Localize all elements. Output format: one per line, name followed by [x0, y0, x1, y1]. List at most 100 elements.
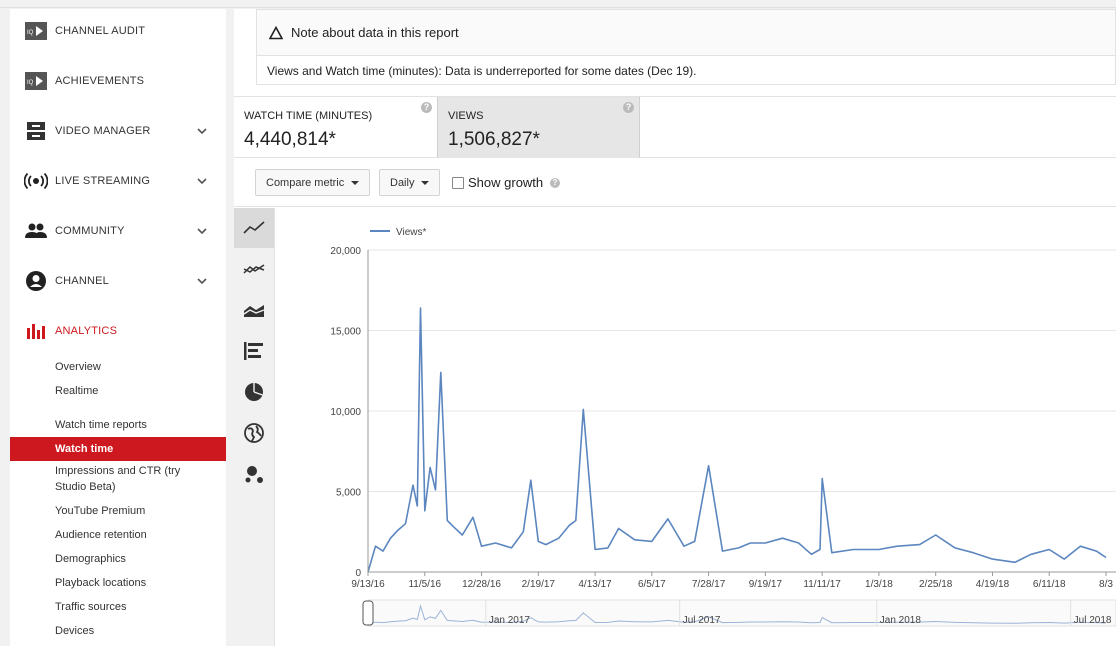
stacked-area-icon[interactable] — [234, 290, 274, 330]
y-tick-label: 10,000 — [330, 407, 361, 418]
navigator-handle[interactable] — [362, 600, 374, 626]
sidebar-item-live-streaming[interactable]: LIVE STREAMING — [10, 166, 226, 196]
compare-metric-label: Compare metric — [266, 176, 345, 189]
sidebar-item-analytics[interactable]: ANALYTICS — [10, 316, 226, 346]
x-tick-label: 8/3 — [1099, 579, 1113, 590]
views-series-line — [367, 307, 1107, 573]
sidebar-sub-watch-time-reports[interactable]: Watch time reports — [10, 417, 226, 433]
y-tick-label: 0 — [355, 568, 361, 579]
sidebar-sub-devices[interactable]: Devices — [10, 623, 226, 639]
sidebar-sub-demographics[interactable]: Demographics — [10, 551, 226, 567]
bubble-chart-icon[interactable] — [234, 454, 274, 494]
help-icon[interactable]: ? — [623, 102, 634, 113]
community-icon — [24, 219, 48, 243]
svg-text:IQ: IQ — [27, 30, 34, 36]
bar-chart-icon[interactable] — [234, 331, 274, 371]
sidebar-sub-audience-retention[interactable]: Audience retention — [10, 527, 226, 543]
sidebar-item-channel[interactable]: CHANNEL — [10, 266, 226, 296]
navigator-label: Jan 2018 — [880, 615, 922, 626]
sidebar-item-label: LIVE STREAMING — [55, 175, 151, 187]
chart-toolbar: Compare metric Daily Show growth ? — [234, 159, 1116, 207]
x-tick-label: 2/25/18 — [919, 579, 953, 590]
x-tick-label: 7/28/17 — [692, 579, 726, 590]
multi-line-chart-icon[interactable] — [234, 249, 274, 289]
channel-audit-icon: IQ — [24, 19, 48, 43]
chart-type-selector — [234, 208, 275, 646]
metric-views[interactable]: VIEWS 1,506,827* ? — [437, 97, 640, 158]
metric-label: WATCH TIME (MINUTES) — [244, 110, 373, 122]
live-streaming-icon — [24, 169, 48, 193]
data-note-body: Views and Watch time (minutes): Data is … — [267, 64, 697, 78]
navigator-label: Jul 2017 — [683, 615, 721, 626]
x-tick-label: 11/5/16 — [408, 579, 441, 590]
sidebar-item-label: ACHIEVEMENTS — [55, 75, 145, 87]
sidebar-item-label: ANALYTICS — [55, 325, 118, 337]
x-tick-label: 2/19/17 — [522, 579, 556, 590]
sidebar-sub-impressions-ctr-line2[interactable]: Studio Beta) — [10, 479, 226, 495]
sidebar-item-video-manager[interactable]: VIDEO MANAGER — [10, 116, 226, 146]
chevron-down-icon[interactable] — [196, 275, 208, 287]
x-tick-label: 6/11/18 — [1033, 579, 1066, 590]
y-tick-label: 20,000 — [330, 246, 361, 257]
help-icon[interactable]: ? — [421, 102, 432, 113]
help-icon[interactable]: ? — [550, 178, 560, 188]
sidebar-item-label: COMMUNITY — [55, 225, 125, 237]
sidebar-sub-playback-locations[interactable]: Playback locations — [10, 575, 226, 591]
x-tick-label: 12/28/16 — [462, 579, 501, 590]
chevron-down-icon[interactable] — [196, 225, 208, 237]
sidebar: IQ CHANNEL AUDIT IQ ACHIEVEMENTS VIDEO M… — [10, 9, 226, 646]
sidebar-sub-impressions-ctr[interactable]: Impressions and CTR (try — [10, 463, 226, 479]
dropdown-caret-icon — [351, 180, 360, 185]
map-globe-icon[interactable] — [234, 413, 274, 453]
metric-label: VIEWS — [448, 110, 484, 122]
compare-metric-dropdown[interactable]: Compare metric — [255, 169, 371, 196]
x-tick-label: 11/11/17 — [803, 579, 841, 590]
video-manager-icon — [24, 119, 48, 143]
legend-label: Views* — [396, 227, 426, 238]
chevron-down-icon[interactable] — [196, 175, 208, 187]
chevron-down-icon[interactable] — [196, 125, 208, 137]
dropdown-caret-icon — [421, 180, 430, 185]
interval-dropdown[interactable]: Daily — [379, 169, 441, 196]
navigator-label: Jan 2017 — [489, 615, 531, 626]
x-tick-label: 6/5/17 — [638, 579, 666, 590]
warning-triangle-icon — [269, 25, 283, 39]
show-growth-checkbox[interactable] — [452, 177, 464, 189]
x-tick-label: 4/13/17 — [578, 579, 612, 590]
data-note-header[interactable]: Note about data in this report — [257, 10, 1115, 56]
views-chart-svg: 0 5,000 10,000 15,000 20,000 9/13/16 11/5/16 12… — [330, 227, 1116, 627]
sidebar-item-label: CHANNEL AUDIT — [55, 25, 146, 37]
sidebar-item-community[interactable]: COMMUNITY — [10, 216, 226, 246]
navigator-label: Jul 2018 — [1074, 615, 1112, 626]
x-tick-label: 9/19/17 — [749, 579, 783, 590]
sidebar-sub-realtime[interactable]: Realtime — [10, 383, 226, 399]
y-tick-label: 15,000 — [330, 327, 361, 338]
achievements-icon: IQ — [24, 69, 48, 93]
metric-watch-time[interactable]: WATCH TIME (MINUTES) 4,440,814* ? — [234, 97, 437, 158]
metric-value: 4,440,814* — [244, 129, 336, 150]
x-tick-label: 4/19/18 — [976, 579, 1010, 590]
x-tick-label: 9/13/16 — [351, 579, 385, 590]
sidebar-item-label: VIDEO MANAGER — [55, 125, 151, 137]
metrics-bar: WATCH TIME (MINUTES) 4,440,814* ? VIEWS … — [234, 96, 1116, 158]
views-chart: 0 5,000 10,000 15,000 20,000 9/13/16 11/5/16 12… — [276, 208, 1116, 646]
browser-top-edge — [0, 0, 1116, 8]
sidebar-item-achievements[interactable]: IQ ACHIEVEMENTS — [10, 66, 226, 96]
y-tick-label: 5,000 — [336, 488, 361, 499]
line-chart-icon[interactable] — [234, 208, 274, 248]
sidebar-sub-traffic-sources[interactable]: Traffic sources — [10, 599, 226, 615]
pie-chart-icon[interactable] — [234, 372, 274, 412]
interval-label: Daily — [390, 176, 415, 189]
channel-icon — [24, 269, 48, 293]
data-note-title: Note about data in this report — [291, 25, 459, 40]
sidebar-sub-overview[interactable]: Overview — [10, 359, 226, 375]
sidebar-sub-watch-time[interactable]: Watch time — [10, 437, 226, 461]
show-growth-label[interactable]: Show growth — [468, 175, 543, 190]
svg-text:IQ: IQ — [27, 80, 34, 86]
main-content: Note about data in this report Views and… — [234, 9, 1116, 646]
metric-value: 1,506,827* — [448, 129, 540, 150]
sidebar-sub-youtube-premium[interactable]: YouTube Premium — [10, 503, 226, 519]
analytics-icon — [24, 319, 48, 343]
sidebar-item-label: CHANNEL — [55, 275, 109, 287]
sidebar-item-channel-audit[interactable]: IQ CHANNEL AUDIT — [10, 16, 226, 46]
